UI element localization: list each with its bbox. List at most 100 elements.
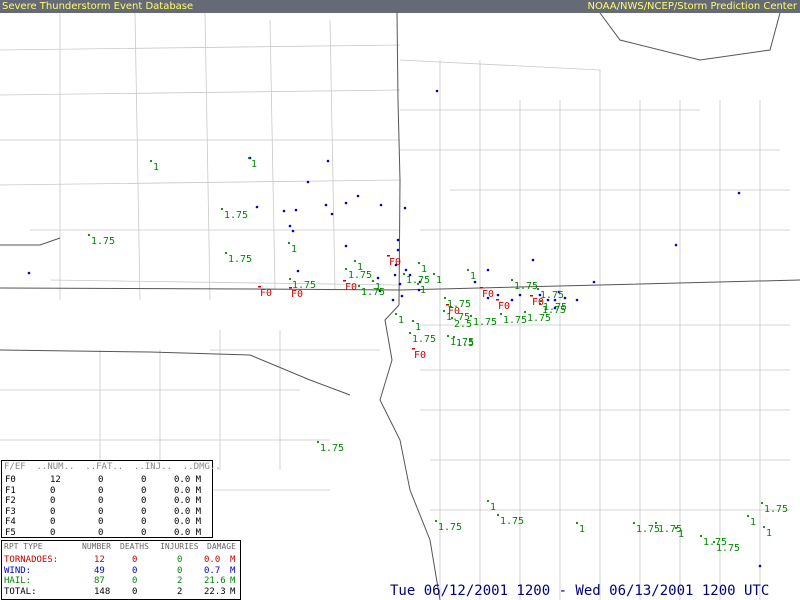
wind-report-marker xyxy=(496,293,500,297)
hail-size-label: 1 xyxy=(490,502,496,513)
fscale-num: 12 xyxy=(50,475,61,485)
fscale-dmg: 0.0 M xyxy=(174,475,202,485)
date-range-label: Tue 06/12/2001 1200 - Wed 06/13/2001 120… xyxy=(390,583,770,599)
wind-report-marker xyxy=(518,293,522,297)
tornado-f-scale-label: F0 xyxy=(482,289,494,300)
hail-report-marker xyxy=(699,534,703,538)
wind-report-marker xyxy=(296,269,300,273)
report-row: TORNADOES: 12 0 0 0.0 M xyxy=(2,555,240,566)
fscale-row: F0 12 0 0 0.0 M xyxy=(2,475,212,486)
hail-report-marker xyxy=(402,272,406,276)
wind-report-marker xyxy=(376,276,380,280)
fscale-inj: 0 xyxy=(141,496,147,506)
hail-size-label: 1.5 xyxy=(456,338,474,349)
wind-report-marker xyxy=(435,89,439,93)
fscale-dmg: 0.0 M xyxy=(174,506,202,517)
report-damage: 22.3 xyxy=(204,586,226,597)
report-number: 49 xyxy=(94,565,105,576)
hail-size-label: 1.75 xyxy=(406,275,430,286)
fscale-scale: F3 xyxy=(5,506,16,517)
hail-report-marker xyxy=(434,519,438,523)
report-type: HAIL: xyxy=(4,576,32,586)
report-unit: M xyxy=(230,565,236,576)
fscale-row: F1 0 0 0 0.0 M xyxy=(2,486,212,497)
wind-report-marker xyxy=(575,298,579,302)
fscale-row: F5 0 0 0 0.0 M xyxy=(2,528,212,539)
fscale-dmg: 0.0 M xyxy=(174,517,202,527)
fscale-inj: 0 xyxy=(141,485,147,496)
wind-report-marker xyxy=(592,280,596,284)
fscale-row: F4 0 0 0 0.0 M xyxy=(2,517,212,528)
hail-report-marker xyxy=(496,513,500,517)
report-damage: 0.0 xyxy=(204,555,221,565)
report-deaths: 0 xyxy=(132,565,138,576)
hail-size-label: 1 xyxy=(291,244,297,255)
hail-size-label: 1 xyxy=(420,285,426,296)
hail-size-label: 1.75 xyxy=(438,522,462,533)
fscale-scale: F5 xyxy=(5,527,16,538)
hail-report-marker xyxy=(575,521,579,525)
report-type: TORNADOES: xyxy=(4,555,59,565)
fscale-inj: 0 xyxy=(141,475,147,485)
header-type: RPT TYPE xyxy=(4,542,43,551)
tornado-f-scale-label: F0 xyxy=(498,301,510,312)
report-number: 12 xyxy=(94,555,105,565)
fscale-fat: 0 xyxy=(98,506,104,517)
tornado-f-scale-label: F0 xyxy=(448,306,460,317)
fscale-header: F/EF ..NUM.. ..FAT.. ..INJ.. ..DMG.. xyxy=(4,462,221,472)
hail-report-marker xyxy=(417,261,421,265)
hail-size-label: 1 xyxy=(153,162,159,173)
tornado-f-scale-label: F0 xyxy=(345,282,357,293)
hail-report-marker xyxy=(446,334,450,338)
hail-size-label: 1.75 xyxy=(636,524,660,535)
hail-size-label: 1.75 xyxy=(514,281,538,292)
hail-report-marker xyxy=(220,207,224,211)
report-row: WIND: 49 0 0 0.7 M xyxy=(2,566,240,577)
wind-report-marker xyxy=(282,209,286,213)
hail-report-marker xyxy=(87,233,91,237)
report-injuries: 0 xyxy=(177,565,183,576)
fscale-inj: 0 xyxy=(141,506,147,517)
hail-size-label: 1 xyxy=(678,529,684,540)
wind-report-marker xyxy=(326,159,330,163)
report-row: HAIL: 87 0 2 21.6 M xyxy=(2,576,240,587)
header-damage: DAMAGE xyxy=(207,542,236,551)
hail-size-label: 1.75 xyxy=(224,210,248,221)
report-damage: 0.7 xyxy=(204,565,221,576)
wind-report-marker xyxy=(510,298,514,302)
wind-report-marker xyxy=(344,201,348,205)
wind-report-marker xyxy=(324,203,328,207)
hail-size-label: 1.75 xyxy=(503,315,527,326)
hail-report-marker xyxy=(149,159,153,163)
fscale-dmg: 0.0 M xyxy=(174,496,202,506)
wind-report-marker xyxy=(330,212,334,216)
report-injuries: 2 xyxy=(177,586,183,597)
hail-size-label: 1 xyxy=(766,528,772,539)
wind-report-marker xyxy=(531,258,535,262)
report-deaths: 0 xyxy=(132,586,138,597)
report-deaths: 0 xyxy=(132,555,138,565)
report-damage: 21.6 xyxy=(204,576,226,586)
header-deaths: DEATHS xyxy=(120,542,149,551)
fscale-fat: 0 xyxy=(98,485,104,496)
tornado-f-scale-label: F0 xyxy=(532,297,544,308)
hail-size-label: 1.75 xyxy=(543,302,567,313)
hail-report-marker xyxy=(224,251,228,255)
fscale-row: F3 0 0 0 0.0 M xyxy=(2,507,212,518)
tornado-f-scale-label: F0 xyxy=(291,289,303,300)
hail-report-marker xyxy=(443,296,447,300)
hail-report-marker xyxy=(357,284,361,288)
hail-size-label: 1.75 xyxy=(91,236,115,247)
fscale-scale: F2 xyxy=(5,496,16,506)
hail-size-label: 1.75 xyxy=(473,317,497,328)
wind-report-marker xyxy=(379,203,383,207)
wind-report-marker xyxy=(403,206,407,210)
hail-size-label: 2.5 xyxy=(454,319,472,330)
hail-size-label: 1.75 xyxy=(320,443,344,454)
wind-report-marker xyxy=(758,564,762,568)
hail-report-marker xyxy=(344,267,348,271)
fscale-inj: 0 xyxy=(141,527,147,538)
hail-size-label: 1.75 xyxy=(361,287,385,298)
wind-report-marker xyxy=(291,229,295,233)
fscale-scale: F4 xyxy=(5,517,16,527)
